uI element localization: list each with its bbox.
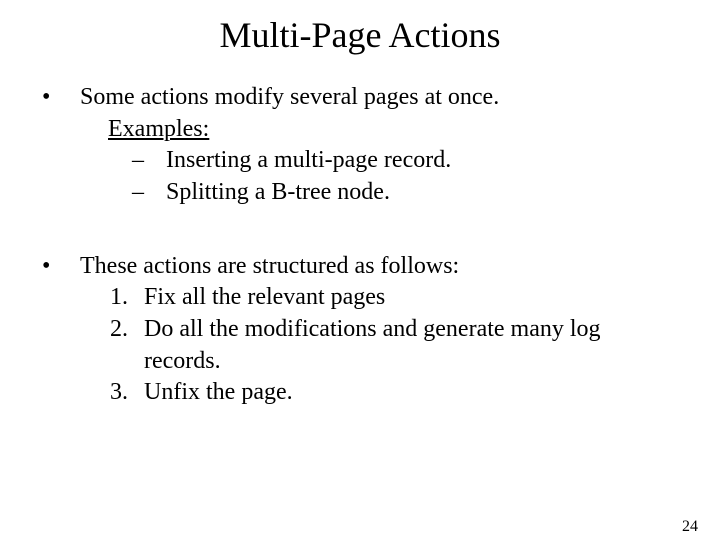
slide-title: Multi-Page Actions	[0, 14, 720, 56]
examples-label: Examples:	[108, 114, 680, 146]
dash-icon: –	[132, 177, 166, 209]
bullet-text: Some actions modify several pages at onc…	[80, 84, 499, 110]
sub-item-text: Inserting a multi-page record.	[166, 145, 451, 177]
numbered-item: 1. Fix all the relevant pages	[110, 282, 680, 314]
item-number: 2.	[110, 314, 144, 377]
item-number: 3.	[110, 377, 144, 409]
item-number: 1.	[110, 282, 144, 314]
slide-body: • Some actions modify several pages at o…	[0, 82, 720, 409]
numbered-item-text: Unfix the page.	[144, 377, 680, 409]
sub-item: – Inserting a multi-page record.	[132, 145, 680, 177]
sub-item-text: Splitting a B-tree node.	[166, 177, 390, 209]
bullet-item: • These actions are structured as follow…	[42, 251, 680, 409]
numbered-item-text: Do all the modifications and generate ma…	[144, 314, 680, 377]
slide: Multi-Page Actions • Some actions modify…	[0, 14, 720, 554]
bullet-content: Some actions modify several pages at onc…	[80, 82, 680, 209]
bullet-item: • Some actions modify several pages at o…	[42, 82, 680, 209]
numbered-item: 2. Do all the modifications and generate…	[110, 314, 680, 377]
sub-item: – Splitting a B-tree node.	[132, 177, 680, 209]
bullet-content: These actions are structured as follows:…	[80, 251, 680, 409]
numbered-item-text: Fix all the relevant pages	[144, 282, 680, 314]
dash-icon: –	[132, 145, 166, 177]
page-number: 24	[682, 518, 698, 536]
bullet-dot: •	[42, 82, 80, 209]
numbered-item: 3. Unfix the page.	[110, 377, 680, 409]
bullet-text: These actions are structured as follows:	[80, 253, 459, 279]
bullet-dot: •	[42, 251, 80, 409]
